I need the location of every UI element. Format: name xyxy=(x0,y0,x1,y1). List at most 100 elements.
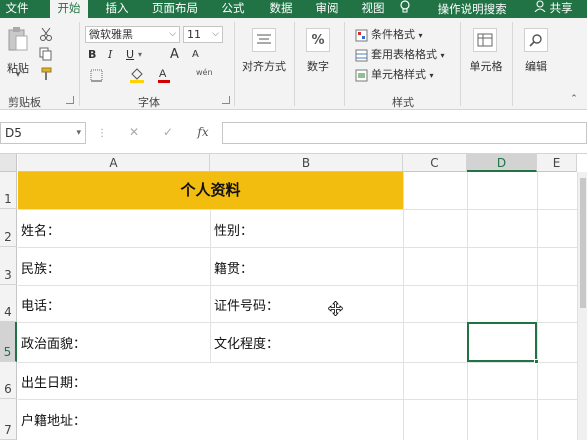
cell-a3[interactable]: 民族： xyxy=(21,258,60,277)
gridline xyxy=(18,209,577,210)
insert-function-icon[interactable]: fx xyxy=(194,124,212,140)
conditional-format-button[interactable]: 条件格式 ▾ xyxy=(371,26,423,44)
cell-b3[interactable]: 籍贯： xyxy=(214,258,253,277)
cell-styles-label: 单元格样式 xyxy=(371,68,426,81)
ribbon-separator xyxy=(512,22,513,106)
cells-label[interactable]: 单元格 xyxy=(466,58,506,74)
column-header-a[interactable]: A xyxy=(18,154,210,172)
row-header-5[interactable]: 5 xyxy=(0,322,17,362)
drag-handle-icon[interactable]: ⋮ xyxy=(97,126,107,140)
column-header-c[interactable]: C xyxy=(403,154,467,172)
tell-me-label: 操作说明搜索 xyxy=(437,2,507,16)
tell-me-search[interactable]: 操作说明搜索 xyxy=(400,0,507,18)
conditional-format-icon xyxy=(354,28,368,42)
underline-dropdown-icon[interactable]: ▾ xyxy=(138,46,142,64)
cells-icon[interactable] xyxy=(473,28,497,52)
cell-styles-button[interactable]: 单元格样式 ▾ xyxy=(371,66,434,84)
fill-color-icon[interactable] xyxy=(128,66,146,84)
active-cell-d5[interactable] xyxy=(467,322,539,364)
phonetic-label[interactable]: wén xyxy=(196,64,213,82)
underline-button[interactable]: U xyxy=(126,46,134,64)
tab-page-layout[interactable]: 页面布局 xyxy=(146,0,204,18)
svg-text:A: A xyxy=(159,68,167,80)
cut-icon[interactable] xyxy=(38,26,54,42)
gridline xyxy=(18,285,577,286)
row-header-1[interactable]: 1 xyxy=(0,172,17,209)
font-color-icon[interactable]: A xyxy=(156,66,172,84)
row-header-6[interactable]: 6 xyxy=(0,362,17,399)
tab-review[interactable]: 审阅 xyxy=(310,0,344,18)
chevron-down-icon: ▾ xyxy=(440,51,445,60)
cell-a4[interactable]: 电话： xyxy=(21,295,60,314)
scroll-thumb[interactable] xyxy=(580,178,586,308)
bold-button[interactable]: B xyxy=(88,46,96,64)
tab-data[interactable]: 数据 xyxy=(262,0,300,18)
font-name-combo[interactable]: 微软雅黑 ⌵ xyxy=(85,26,180,43)
format-painter-icon[interactable] xyxy=(38,66,54,82)
column-header-d[interactable]: D xyxy=(467,154,537,172)
row-header-3[interactable]: 3 xyxy=(0,247,17,285)
share-label: 共享 xyxy=(549,1,573,15)
percent-icon[interactable]: % xyxy=(306,28,330,52)
font-size-combo[interactable]: 11 ⌵ xyxy=(183,26,223,43)
format-table-icon xyxy=(354,48,368,62)
gridline xyxy=(210,209,211,362)
person-icon xyxy=(534,0,546,17)
row-number: 4 xyxy=(4,305,12,319)
conditional-format-label: 条件格式 xyxy=(371,28,415,41)
tab-file[interactable]: 文件 xyxy=(0,0,34,18)
formula-input[interactable] xyxy=(222,122,587,144)
collapse-ribbon-icon[interactable]: ⌃ xyxy=(568,94,580,104)
ribbon-separator xyxy=(294,22,295,106)
paste-dropdown-icon[interactable]: ▾ xyxy=(4,70,32,80)
vertical-scrollbar[interactable] xyxy=(577,172,587,440)
tab-view[interactable]: 视图 xyxy=(356,0,390,18)
shrink-font-button[interactable]: A xyxy=(192,46,199,64)
font-size-value: 11 xyxy=(187,28,201,41)
border-icon[interactable] xyxy=(88,68,104,82)
editing-label[interactable]: 编辑 xyxy=(520,58,552,74)
gridline xyxy=(467,172,468,440)
cancel-icon[interactable]: ✕ xyxy=(126,124,142,140)
copy-icon[interactable] xyxy=(38,46,54,62)
chevron-down-icon: ⌵ xyxy=(169,29,176,39)
tab-formulas[interactable]: 公式 xyxy=(216,0,250,18)
cell-a7[interactable]: 户籍地址： xyxy=(21,410,86,429)
format-table-button[interactable]: 套用表格格式 ▾ xyxy=(371,46,445,64)
enter-icon[interactable]: ✓ xyxy=(160,124,176,140)
name-box[interactable]: D5 ▾ xyxy=(0,122,86,144)
column-header-b[interactable]: B xyxy=(210,154,403,172)
cell-b2[interactable]: 性别： xyxy=(214,220,253,239)
cell-b4[interactable]: 证件号码： xyxy=(214,295,279,314)
align-icon[interactable] xyxy=(252,28,276,52)
gridline xyxy=(537,172,538,440)
grow-font-button[interactable]: A xyxy=(170,46,179,64)
alignment-label[interactable]: 对齐方式 xyxy=(238,58,290,74)
paste-icon[interactable] xyxy=(6,26,30,52)
row-header-4[interactable]: 4 xyxy=(0,285,17,322)
gridline xyxy=(403,172,404,440)
share-button[interactable]: 共享 xyxy=(534,0,573,18)
tab-insert[interactable]: 插入 xyxy=(98,0,136,18)
font-name-value: 微软雅黑 xyxy=(89,28,133,41)
cell-a6[interactable]: 出生日期： xyxy=(21,372,86,391)
cell-a5[interactable]: 政治面貌： xyxy=(21,333,86,352)
cell-styles-icon xyxy=(354,68,368,82)
font-group-label: 字体 xyxy=(138,96,160,109)
select-all-corner[interactable] xyxy=(0,154,17,172)
row-header-7[interactable]: 7 xyxy=(0,399,17,440)
cell-b5[interactable]: 文化程度： xyxy=(214,333,279,352)
number-label[interactable]: 数字 xyxy=(300,58,336,74)
clipboard-launcher-icon[interactable] xyxy=(66,96,74,104)
search-icon[interactable] xyxy=(524,28,548,52)
title-cell[interactable]: 个人资料 xyxy=(18,172,403,209)
ribbon-separator xyxy=(234,22,235,106)
fill-handle[interactable] xyxy=(534,359,539,364)
percent-symbol: % xyxy=(311,32,325,48)
font-launcher-icon[interactable] xyxy=(222,96,230,104)
tab-home[interactable]: 开始 xyxy=(50,0,88,18)
italic-button[interactable]: I xyxy=(108,46,112,64)
column-header-e[interactable]: E xyxy=(537,154,577,172)
cell-a2[interactable]: 姓名： xyxy=(21,220,60,239)
row-header-2[interactable]: 2 xyxy=(0,209,17,247)
